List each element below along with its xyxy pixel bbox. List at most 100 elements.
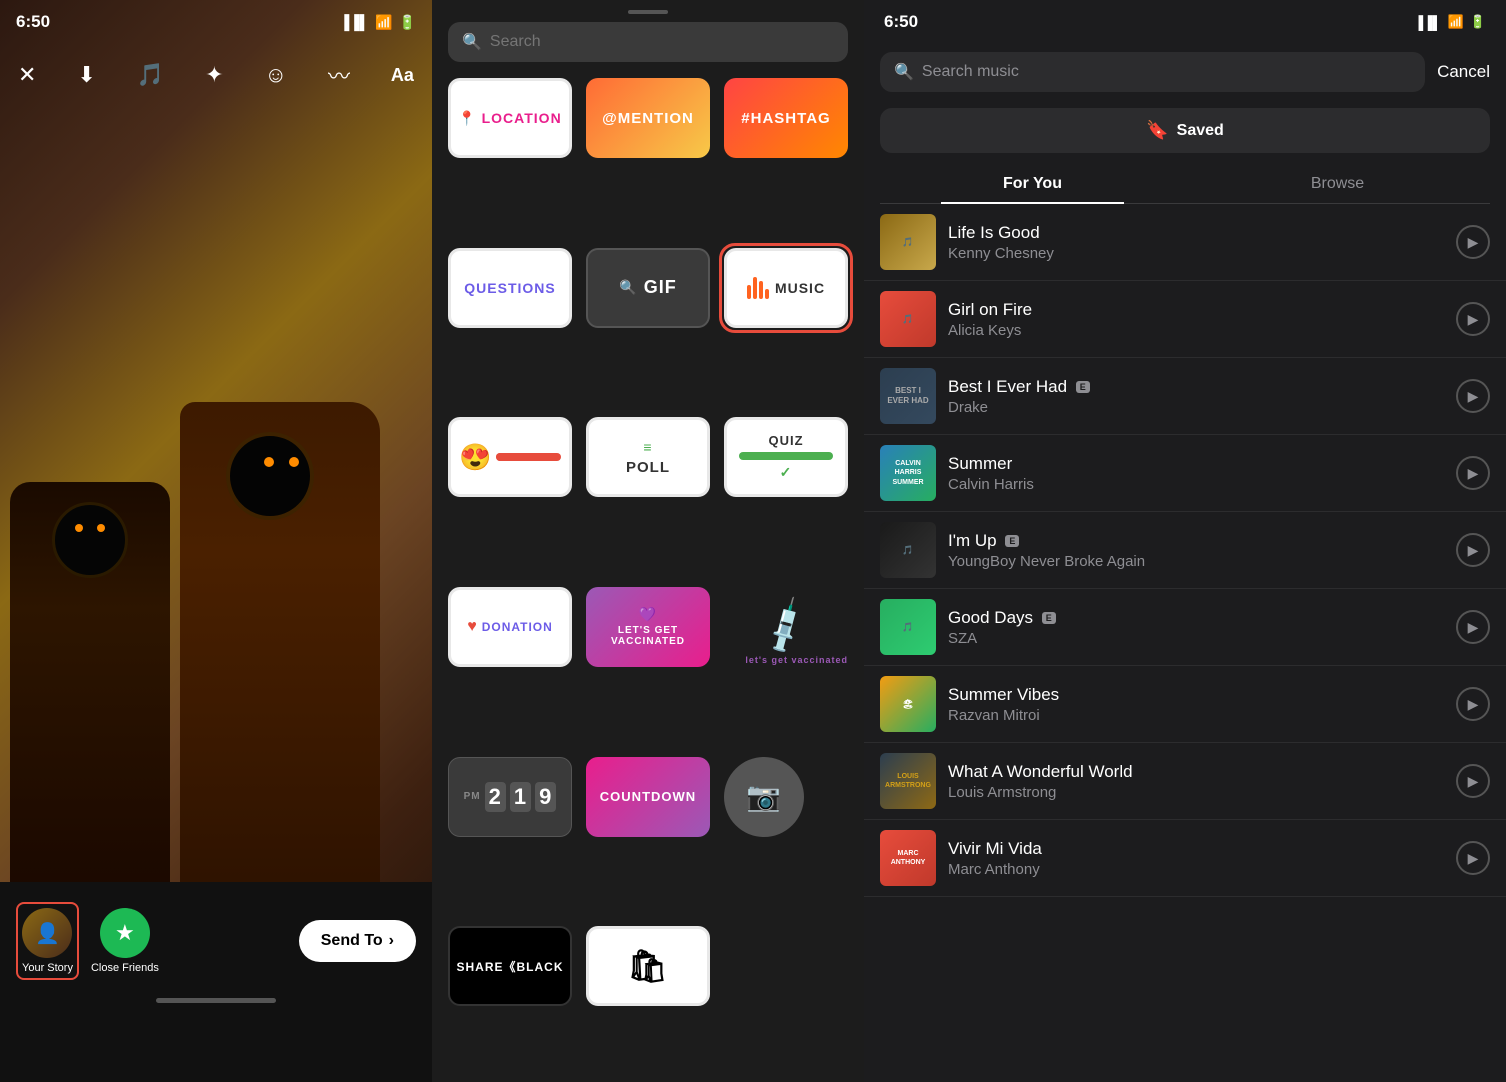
sticker-vax-illustration[interactable]: 💉 let's get vaccinated	[724, 587, 848, 667]
close-icon[interactable]: ✕	[18, 62, 36, 88]
music-thumb-life-is-good: 🎵	[880, 214, 936, 270]
donation-heart-icon: ♥	[467, 618, 478, 636]
music-cancel-button[interactable]: Cancel	[1437, 62, 1490, 82]
music-thumb-girl-on-fire: 🎵	[880, 291, 936, 347]
timer-am-label: PM	[464, 791, 481, 802]
music-info-summer: Summer Calvin Harris	[948, 454, 1444, 493]
music-title-girl-on-fire: Girl on Fire	[948, 300, 1444, 320]
text-icon[interactable]: Aa	[391, 65, 414, 86]
sticker-vaccinated[interactable]: 💜 LET'S GET VACCINATED	[586, 587, 710, 667]
story-editor-panel: 6:50 ▐▐▌ 📶 🔋 ✕ ⬇ 🎵 ✦ ☺ 〰 Aa 👤 Your Story…	[0, 0, 432, 1082]
tab-for-you[interactable]: For You	[880, 165, 1185, 203]
music-battery-icon: 🔋	[1470, 14, 1486, 30]
download-icon[interactable]: ⬇	[77, 62, 95, 88]
play-button-good-days[interactable]: ▶	[1456, 610, 1490, 644]
sparkle-icon[interactable]: ✦	[205, 62, 223, 88]
sticker-hashtag[interactable]: #HASHTAG	[724, 78, 848, 158]
send-to-chevron-icon: ›	[389, 932, 394, 950]
music-item-good-days[interactable]: 🎵 Good Days E SZA ▶	[864, 589, 1506, 666]
music-title-vivir-mi-vida: Vivir Mi Vida	[948, 839, 1444, 859]
music-thumb-wonderful-world: LOUIS ARMSTRONG	[880, 753, 936, 809]
music-artist-vivir-mi-vida: Marc Anthony	[948, 861, 1444, 878]
sticker-countdown-timer[interactable]: PM 2 1 9	[448, 757, 572, 837]
sticker-questions-label: QUESTIONS	[464, 280, 555, 296]
poll-lines-icon: ≡	[643, 439, 652, 455]
battery-icon: 🔋	[399, 14, 416, 31]
music-highlight-circle	[719, 243, 853, 333]
music-artist-girl-on-fire: Alicia Keys	[948, 322, 1444, 339]
music-item-wonderful-world[interactable]: LOUIS ARMSTRONG What A Wonderful World L…	[864, 743, 1506, 820]
play-button-wonderful-world[interactable]: ▶	[1456, 764, 1490, 798]
sticker-camera[interactable]: 📷	[724, 757, 804, 837]
sticker-shopping-bag[interactable]: 🛍	[586, 926, 710, 1006]
tab-browse[interactable]: Browse	[1185, 165, 1490, 203]
music-search-bar: 🔍 Search music Cancel	[864, 44, 1506, 100]
sticker-questions[interactable]: QUESTIONS	[448, 248, 572, 328]
sticker-quiz[interactable]: QUIZ ✓	[724, 417, 848, 497]
music-title-im-up: I'm Up E	[948, 531, 1444, 551]
music-item-summer-vibes[interactable]: 🏖 Summer Vibes Razvan Mitroi ▶	[864, 666, 1506, 743]
sticker-countdown[interactable]: COUNTDOWN	[586, 757, 710, 837]
sticker-search-bar[interactable]: 🔍	[448, 22, 848, 62]
music-info-wonderful-world: What A Wonderful World Louis Armstrong	[948, 762, 1444, 801]
music-item-best-i-ever-had[interactable]: BEST I EVER HAD Best I Ever Had E Drake …	[864, 358, 1506, 435]
music-thumb-best-i-ever-had: BEST I EVER HAD	[880, 368, 936, 424]
emoji-face-icon: 😍	[459, 442, 492, 473]
music-item-vivir-mi-vida[interactable]: MARC ANTHONY Vivir Mi Vida Marc Anthony …	[864, 820, 1506, 897]
music-info-vivir-mi-vida: Vivir Mi Vida Marc Anthony	[948, 839, 1444, 878]
sticker-location-label: 📍 LOCATION	[458, 110, 561, 127]
music-status-bar: 6:50 ▐▐▌ 📶 🔋	[864, 0, 1506, 44]
bag-icon: 🛍	[627, 947, 669, 985]
quiz-check-icon: ✓	[780, 464, 793, 481]
explicit-badge-best: E	[1076, 381, 1090, 393]
music-item-summer[interactable]: CALVIN HARRIS SUMMER Summer Calvin Harri…	[864, 435, 1506, 512]
music-title-best-i-ever-had: Best I Ever Had E	[948, 377, 1444, 397]
music-item-girl-on-fire[interactable]: 🎵 Girl on Fire Alicia Keys ▶	[864, 281, 1506, 358]
timer-digit-2: 2	[485, 782, 506, 812]
status-time: 6:50	[16, 12, 50, 32]
music-item-life-is-good[interactable]: 🎵 Life Is Good Kenny Chesney ▶	[864, 204, 1506, 281]
send-to-label: Send To	[321, 932, 383, 950]
play-button-life-is-good[interactable]: ▶	[1456, 225, 1490, 259]
play-button-summer-vibes[interactable]: ▶	[1456, 687, 1490, 721]
sticker-share-black[interactable]: SHARE《BLACK	[448, 926, 572, 1006]
music-saved-button[interactable]: 🔖 Saved	[880, 108, 1490, 153]
music-artist-wonderful-world: Louis Armstrong	[948, 784, 1444, 801]
play-button-im-up[interactable]: ▶	[1456, 533, 1490, 567]
music-artist-good-days: SZA	[948, 630, 1444, 647]
sticker-grid: 📍 LOCATION @MENTION #HASHTAG QUESTIONS 🔍…	[432, 78, 864, 1082]
music-item-im-up[interactable]: 🎵 I'm Up E YoungBoy Never Broke Again ▶	[864, 512, 1506, 589]
music-info-good-days: Good Days E SZA	[948, 608, 1444, 647]
play-button-best-i-ever-had[interactable]: ▶	[1456, 379, 1490, 413]
search-icon: 🔍	[462, 32, 482, 52]
play-button-vivir-mi-vida[interactable]: ▶	[1456, 841, 1490, 875]
sticker-location[interactable]: 📍 LOCATION	[448, 78, 572, 158]
bookmark-icon: 🔖	[1146, 120, 1168, 141]
music-status-time: 6:50	[884, 12, 918, 32]
play-button-girl-on-fire[interactable]: ▶	[1456, 302, 1490, 336]
music-thumb-good-days: 🎵	[880, 599, 936, 655]
your-story-button[interactable]: 👤 Your Story	[16, 902, 79, 980]
sticker-donation[interactable]: ♥ DONATION	[448, 587, 572, 667]
sticker-search-input[interactable]	[490, 33, 834, 51]
music-artist-life-is-good: Kenny Chesney	[948, 245, 1444, 262]
face-effect-icon[interactable]: ☺	[265, 62, 287, 88]
send-to-button[interactable]: Send To ›	[299, 920, 416, 962]
timer-display: PM 2 1 9	[464, 782, 557, 812]
timer-digit-9: 9	[535, 782, 556, 812]
close-friends-button[interactable]: ★ Close Friends	[91, 908, 159, 974]
jawa-figure-left	[10, 482, 170, 902]
music-status-icons: ▐▐▌ 📶 🔋	[1414, 14, 1486, 30]
draw-icon[interactable]: 〰	[328, 59, 350, 91]
sticker-mention[interactable]: @MENTION	[586, 78, 710, 158]
status-icons: ▐▐▌ 📶 🔋	[339, 14, 416, 31]
sticker-poll[interactable]: ≡ POLL	[586, 417, 710, 497]
sticker-emoji-slider[interactable]: 😍	[448, 417, 572, 497]
sticker-gif[interactable]: 🔍 GIF	[586, 248, 710, 328]
sticker-gif-label: GIF	[644, 277, 677, 298]
music-note-icon[interactable]: 🎵	[137, 62, 164, 88]
play-button-summer[interactable]: ▶	[1456, 456, 1490, 490]
sticker-music[interactable]: MUSIC	[724, 248, 848, 328]
music-search-input[interactable]: 🔍 Search music	[880, 52, 1425, 92]
quiz-bar	[739, 452, 833, 460]
